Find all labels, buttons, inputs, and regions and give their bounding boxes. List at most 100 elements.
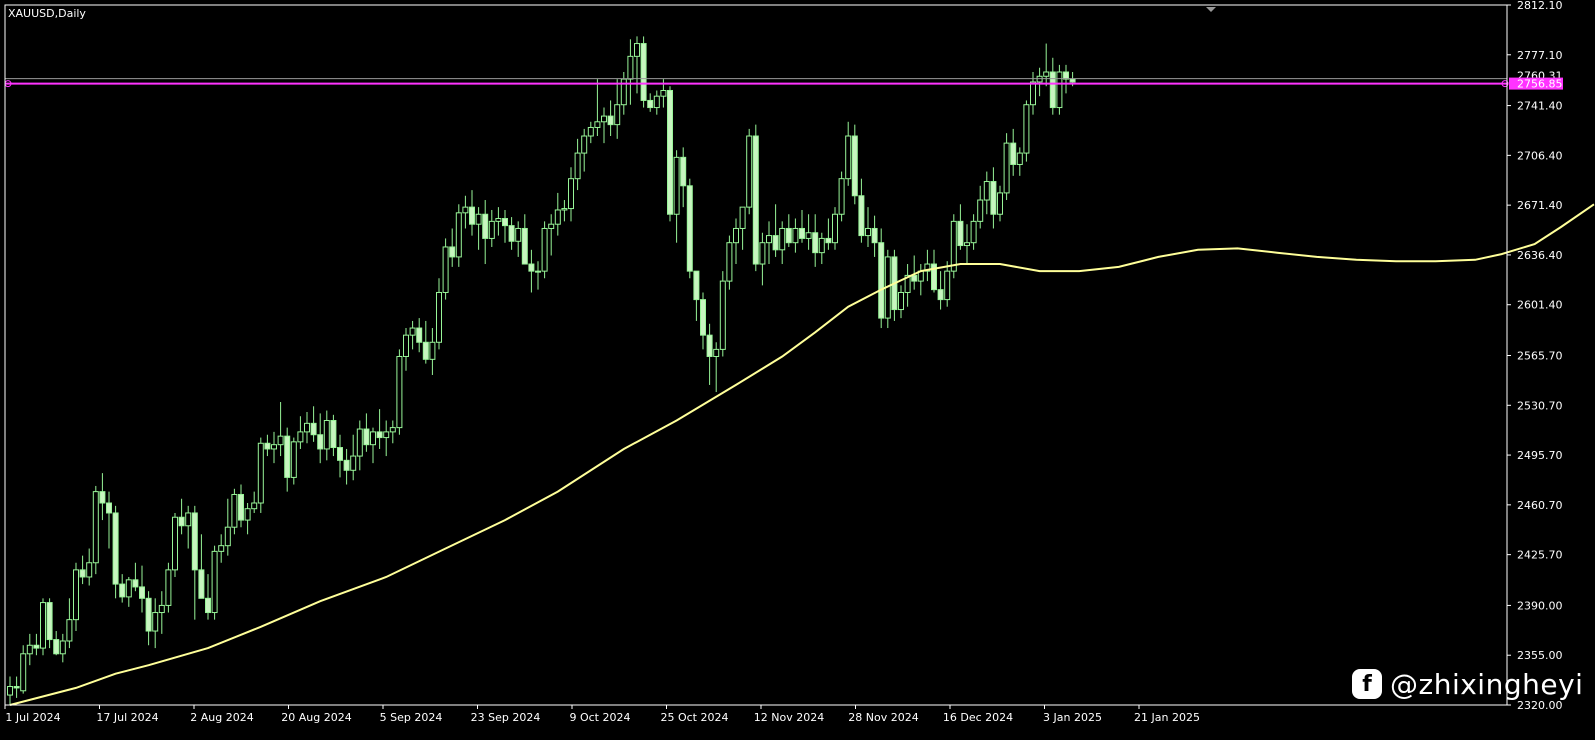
candle-body-bear [825,237,832,244]
candle-body-bear [1010,142,1017,165]
x-tick-label: 1 Jul 2024 [5,711,60,724]
x-tick-label: 21 Jan 2025 [1134,711,1200,724]
candle-body-bear [119,583,126,598]
y-tick-label: 2777.10 [1517,49,1563,62]
candle-body-bear [46,602,53,641]
x-tick-label: 25 Oct 2024 [660,711,728,724]
candle-body-bear [528,263,535,272]
candle [290,437,297,485]
candle [1023,100,1030,162]
candle-body-bear [238,493,244,521]
candle [231,488,238,535]
candle-body-bear [607,115,614,126]
candle-body-bull [495,218,502,222]
candle-body-bear [693,270,700,301]
candle-body-bear [106,502,112,514]
candle-body-bear [990,181,997,215]
candle-body-bull [185,512,192,527]
candle-body-bull [792,227,799,244]
candle-body-bear [957,220,964,247]
candle-body-bull [86,562,93,578]
candle-body-bull [389,427,396,433]
candle-body-bull [759,242,766,265]
candle-body-bull [251,502,258,510]
candle-body-bull [409,327,416,336]
candle-body-bull [568,178,574,210]
candle-body-bull [554,209,561,225]
candle-body-bull [970,220,977,244]
candle-body-bull [158,604,165,614]
candle-body-bull [535,270,541,273]
candle [851,124,858,205]
y-tick-label: 2601.40 [1517,299,1563,312]
candle-body-bull [601,115,607,123]
candle-body-bear [799,227,805,239]
candle [752,124,759,272]
candle-body-bull [297,431,304,443]
candle-body-bear [191,512,198,571]
candle-body-bear [205,597,211,614]
candle-body-bull [746,135,753,208]
candle-body-bull [634,43,640,57]
candle [396,349,403,435]
chart-background [0,0,1595,740]
candle-body-bull [1043,71,1050,77]
candle [442,238,449,300]
candle-body-bull [779,227,786,251]
candle-body-bear [112,512,119,585]
candle-body-bear [33,644,40,649]
candle-body-bear [99,491,106,504]
candle-body-bull [488,220,495,239]
candle-body-bear [416,327,423,343]
candle-body-bull [832,213,838,244]
candle-body-bull [726,242,733,282]
candle-body-bull [40,602,46,649]
candle-body-bear [376,431,383,439]
candle [541,221,548,279]
candle-body-bull [818,237,825,254]
candle-body-bull [244,508,251,521]
x-tick-label: 17 Jul 2024 [96,711,158,724]
y-tick-label: 2390.00 [1517,599,1563,612]
candle-body-bear [772,235,779,251]
candle-body-bear [330,420,337,449]
candle [92,485,99,575]
candle-body-bull [997,192,1003,215]
candle-body-bear [1063,71,1069,80]
candle [746,128,753,215]
candle-body-bull [304,422,310,433]
price-chart[interactable]: 2812.10 2777.10 2741.40 2706.40 2671.40 2636.… [0,0,1595,740]
candle-body-bull [224,526,231,547]
candle-body-bull [370,431,376,446]
candle-body-bear [13,686,20,689]
candle-body-bull [766,235,772,244]
candle-body-bull [92,491,99,564]
candle-body-bull [125,579,132,598]
level-price-label: 2756.85 [1517,78,1563,91]
candle-body-bull [290,441,297,478]
candle-body-bull [1023,104,1030,154]
candle-body-bear [310,422,317,436]
y-tick-label: 2495.70 [1517,449,1563,462]
candle [950,214,957,279]
candle-body-bear [264,442,271,450]
y-tick-label: 2741.40 [1517,100,1563,113]
candle-body-bull [653,95,660,109]
x-tick-label: 3 Jan 2025 [1043,711,1102,724]
x-tick-label: 20 Aug 2024 [281,711,351,724]
candle-body-bear [647,99,654,109]
candle-body-bull [587,126,594,137]
candle-body-bear [785,227,792,244]
candle-body-bull [436,291,442,343]
watermark-text: @zhixingheyi [1390,667,1584,701]
candle-body-bull [66,619,73,642]
candle-body-bear [858,195,865,237]
candle [878,228,885,329]
candle-body-bear [508,225,515,242]
candle-body-bull [211,550,218,614]
y-tick-label: 2460.70 [1517,499,1563,512]
candle-body-bear [145,597,152,632]
candle-body-bear [337,447,343,461]
candle-body-bull [673,156,680,215]
y-tick-label: 2706.40 [1517,149,1563,162]
